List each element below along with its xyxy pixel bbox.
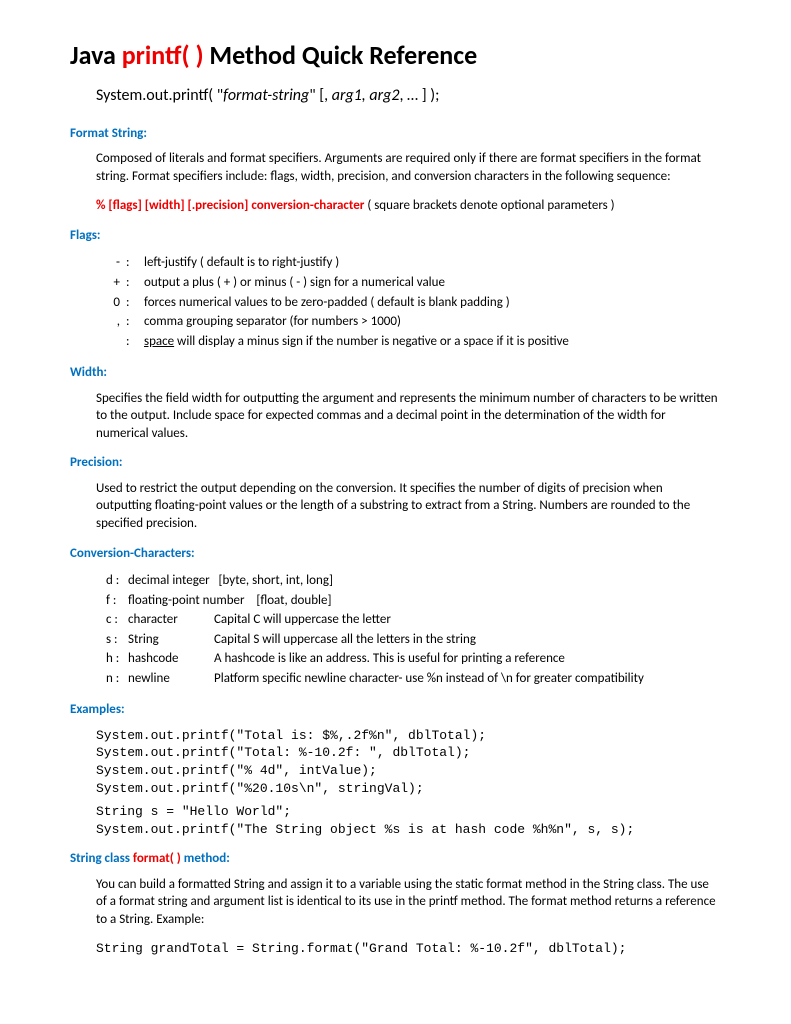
examples-heading: Examples:	[70, 701, 721, 719]
conv-name: String	[128, 631, 212, 649]
flag-desc: comma grouping separator (for numbers > …	[144, 313, 573, 331]
flag-row: :space will display a minus sign if the …	[106, 333, 573, 351]
flags-table: -:left-justify ( default is to right-jus…	[104, 252, 575, 352]
syntax-line: System.out.printf( "format-string" [, ar…	[96, 85, 721, 107]
flags-heading: Flags:	[70, 227, 721, 245]
syntax-format-italic: format-string	[223, 86, 309, 105]
format-string-body: Composed of literals and format specifie…	[96, 150, 721, 185]
title-text-1: Java	[70, 39, 122, 71]
flag-desc: space will display a minus sign if the n…	[144, 333, 573, 351]
precision-body: Used to restrict the output depending on…	[96, 480, 721, 533]
flag-colon: :	[126, 274, 142, 292]
syntax-post2: , … ] );	[399, 86, 439, 105]
string-class-code: String grandTotal = String.format("Grand…	[96, 940, 721, 958]
width-body: Specifies the field width for outputting…	[96, 390, 721, 443]
format-spec: % [flags] [width] [.precision] conversio…	[96, 198, 364, 213]
flag-symbol: ,	[106, 313, 124, 331]
flag-colon: :	[126, 254, 142, 272]
conversion-table: d :decimal integer [byte, short, int, lo…	[104, 570, 650, 689]
flag-desc: left-justify ( default is to right-justi…	[144, 254, 573, 272]
conv-char: n :	[106, 670, 126, 688]
conv-desc: Platform specific newline character- use…	[214, 670, 648, 688]
conv-name: newline	[128, 670, 212, 688]
flag-symbol: 0	[106, 294, 124, 312]
string-class-h1: String class	[70, 851, 133, 866]
format-spec-note: ( square brackets denote optional parame…	[364, 198, 614, 213]
conv-char: h :	[106, 650, 126, 668]
conv-name: character	[128, 611, 212, 629]
flag-symbol	[106, 333, 124, 351]
conversion-heading: Conversion-Characters:	[70, 545, 721, 563]
flag-colon: :	[126, 294, 142, 312]
syntax-args-italic: arg1, arg2	[332, 86, 400, 105]
flag-row: ,:comma grouping separator (for numbers …	[106, 313, 573, 331]
syntax-post1: " [,	[309, 86, 332, 105]
width-heading: Width:	[70, 364, 721, 382]
flag-row: 0:forces numerical values to be zero-pad…	[106, 294, 573, 312]
flag-space-underline: space	[144, 334, 174, 349]
conv-desc: decimal integer [byte, short, int, long]	[128, 572, 648, 590]
examples-code-1: System.out.printf("Total is: $%,.2f%n", …	[96, 727, 721, 797]
conv-row: f :floating-point number [float, double]	[106, 592, 648, 610]
conv-row: h :hashcodeA hashcode is like an address…	[106, 650, 648, 668]
flag-symbol: +	[106, 274, 124, 292]
flag-row: -:left-justify ( default is to right-jus…	[106, 254, 573, 272]
conv-row: n :newlinePlatform specific newline char…	[106, 670, 648, 688]
flag-colon: :	[126, 313, 142, 331]
conv-char: s :	[106, 631, 126, 649]
precision-heading: Precision:	[70, 454, 721, 472]
flag-desc: forces numerical values to be zero-padde…	[144, 294, 573, 312]
flag-space-rest: will display a minus sign if the number …	[174, 334, 569, 349]
conv-row: s :StringCapital S will uppercase all th…	[106, 631, 648, 649]
flag-symbol: -	[106, 254, 124, 272]
conv-row: d :decimal integer [byte, short, int, lo…	[106, 572, 648, 590]
conv-char: f :	[106, 592, 126, 610]
string-class-h2: format( )	[133, 851, 181, 866]
flag-row: +:output a plus ( + ) or minus ( - ) sig…	[106, 274, 573, 292]
conv-desc: floating-point number [float, double]	[128, 592, 648, 610]
string-class-body: You can build a formatted String and ass…	[96, 876, 721, 929]
string-class-h3: method:	[181, 851, 230, 866]
conv-desc: Capital C will uppercase the letter	[214, 611, 648, 629]
format-spec-line: % [flags] [width] [.precision] conversio…	[96, 197, 721, 215]
conv-char: c :	[106, 611, 126, 629]
title-text-3: Method Quick Reference	[204, 39, 478, 71]
conv-desc: Capital S will uppercase all the letters…	[214, 631, 648, 649]
format-string-heading: Format String:	[70, 125, 721, 143]
page-title: Java printf( ) Method Quick Reference	[70, 38, 721, 73]
flag-colon: :	[126, 333, 142, 351]
flag-desc: output a plus ( + ) or minus ( - ) sign …	[144, 274, 573, 292]
conv-name: hashcode	[128, 650, 212, 668]
examples-code-2: String s = "Hello World"; System.out.pri…	[96, 803, 721, 838]
syntax-pre: System.out.printf( "	[96, 86, 223, 105]
conv-desc: A hashcode is like an address. This is u…	[214, 650, 648, 668]
conv-char: d :	[106, 572, 126, 590]
string-class-heading: String class format( ) method:	[70, 850, 721, 868]
conv-row: c :characterCapital C will uppercase the…	[106, 611, 648, 629]
title-text-2: printf( )	[122, 39, 204, 71]
